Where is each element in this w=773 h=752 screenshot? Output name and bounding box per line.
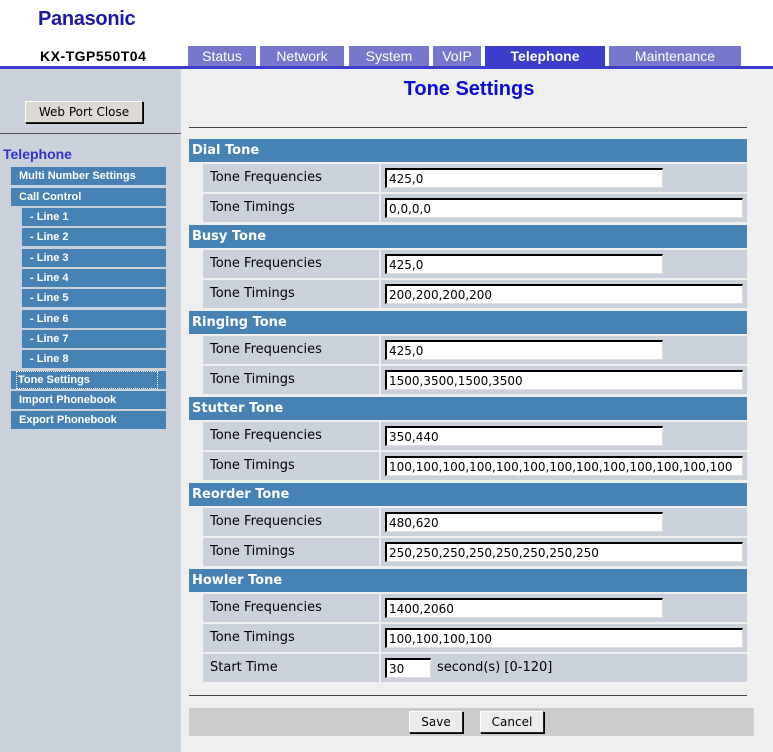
- field-label: Tone Timings: [203, 452, 379, 480]
- section-howler-tone: Howler Tone: [189, 569, 747, 592]
- field-label: Start Time: [203, 654, 379, 682]
- howler-tone-frequencies-input[interactable]: [385, 598, 663, 618]
- title-divider: [189, 127, 747, 128]
- sidebar-item-label: - Line 4: [30, 272, 69, 284]
- busy-tone-frequencies-input[interactable]: [385, 254, 663, 274]
- sidebar-item-label: Call Control: [19, 191, 82, 203]
- start-time-unit: second(s) [0-120]: [437, 660, 553, 675]
- sidebar-item-line-4[interactable]: - Line 4: [22, 269, 166, 287]
- sidebar-item-label: Multi Number Settings: [19, 170, 136, 182]
- busy-tone-frequencies-row: Tone Frequencies: [203, 250, 747, 278]
- sidebar-item-line-6[interactable]: - Line 6: [22, 310, 166, 328]
- sidebar-item-import-phonebook[interactable]: Import Phonebook: [11, 391, 166, 409]
- sidebar-item-label: Import Phonebook: [19, 394, 117, 406]
- howler-tone-timings-input[interactable]: [385, 628, 743, 648]
- tab-maintenance[interactable]: Maintenance: [609, 46, 741, 66]
- stutter-tone-frequencies-row: Tone Frequencies: [203, 422, 747, 450]
- sidebar-item-export-phonebook[interactable]: Export Phonebook: [11, 411, 166, 429]
- field-label: Tone Frequencies: [203, 250, 379, 278]
- sidebar-item-tone-settings[interactable]: Tone Settings: [11, 371, 166, 389]
- cancel-button[interactable]: Cancel: [480, 711, 544, 733]
- ringing-tone-frequencies-row: Tone Frequencies: [203, 336, 747, 364]
- sidebar-item-label: Export Phonebook: [19, 414, 117, 426]
- tab-telephone[interactable]: Telephone: [485, 46, 605, 68]
- sidebar-item-label: - Line 8: [30, 353, 69, 365]
- sidebar-item-line-8[interactable]: - Line 8: [22, 350, 166, 368]
- sidebar-item-call-control[interactable]: Call Control: [11, 188, 166, 206]
- field-label: Tone Timings: [203, 366, 379, 394]
- section-dial-tone: Dial Tone: [189, 139, 747, 162]
- reorder-tone-timings-input[interactable]: [385, 542, 743, 562]
- stutter-tone-timings-input[interactable]: [385, 456, 743, 476]
- ringing-tone-timings-input[interactable]: [385, 370, 743, 390]
- reorder-tone-timings-row: Tone Timings: [203, 538, 747, 566]
- dial-tone-frequencies-input[interactable]: [385, 168, 663, 188]
- field-label: Tone Timings: [203, 538, 379, 566]
- sidebar: Web Port Close Telephone Multi Number Se…: [0, 69, 181, 752]
- busy-tone-timings-input[interactable]: [385, 284, 743, 304]
- field-label: Tone Frequencies: [203, 336, 379, 364]
- page-title: Tone Settings: [403, 78, 535, 100]
- tab-network[interactable]: Network: [260, 46, 344, 66]
- stutter-tone-timings-row: Tone Timings: [203, 452, 747, 480]
- sidebar-item-label: Tone Settings: [16, 371, 158, 389]
- dial-tone-frequencies-row: Tone Frequencies: [203, 164, 747, 192]
- dial-tone-timings-input[interactable]: [385, 198, 743, 218]
- brand-logo: Panasonic: [38, 8, 136, 30]
- main-content: Tone Settings Dial Tone Tone Frequencies…: [181, 69, 773, 752]
- field-label: Tone Frequencies: [203, 508, 379, 536]
- howler-start-time-input[interactable]: [385, 658, 431, 678]
- sidebar-item-line-1[interactable]: - Line 1: [22, 208, 166, 226]
- section-ringing-tone: Ringing Tone: [189, 311, 747, 334]
- sidebar-item-label: - Line 7: [30, 333, 69, 345]
- field-label: Tone Frequencies: [203, 594, 379, 622]
- ringing-tone-timings-row: Tone Timings: [203, 366, 747, 394]
- field-label: Tone Timings: [203, 280, 379, 308]
- busy-tone-timings-row: Tone Timings: [203, 280, 747, 308]
- sidebar-item-line-3[interactable]: - Line 3: [22, 249, 166, 267]
- sidebar-item-multi-number-settings[interactable]: Multi Number Settings: [11, 167, 166, 185]
- model-name: KX-TGP550T04: [40, 48, 147, 64]
- save-button[interactable]: Save: [409, 711, 463, 733]
- sidebar-item-label: - Line 1: [30, 211, 69, 223]
- web-port-close-button[interactable]: Web Port Close: [25, 101, 143, 123]
- tab-status[interactable]: Status: [188, 46, 256, 66]
- footer-divider: [189, 695, 747, 696]
- field-label: Tone Timings: [203, 194, 379, 222]
- ringing-tone-frequencies-input[interactable]: [385, 340, 663, 360]
- field-label: Tone Frequencies: [203, 422, 379, 450]
- sidebar-item-line-7[interactable]: - Line 7: [22, 330, 166, 348]
- sidebar-divider: [0, 133, 181, 134]
- field-label: Tone Frequencies: [203, 164, 379, 192]
- howler-tone-timings-row: Tone Timings: [203, 624, 747, 652]
- sidebar-item-line-2[interactable]: - Line 2: [22, 228, 166, 246]
- sidebar-item-label: - Line 3: [30, 252, 69, 264]
- tab-voip[interactable]: VoIP: [433, 46, 481, 66]
- field-label: Tone Timings: [203, 624, 379, 652]
- dial-tone-timings-row: Tone Timings: [203, 194, 747, 222]
- reorder-tone-frequencies-input[interactable]: [385, 512, 663, 532]
- sidebar-item-label: - Line 2: [30, 231, 69, 243]
- reorder-tone-frequencies-row: Tone Frequencies: [203, 508, 747, 536]
- howler-tone-frequencies-row: Tone Frequencies: [203, 594, 747, 622]
- sidebar-item-line-5[interactable]: - Line 5: [22, 289, 166, 307]
- sidebar-item-label: - Line 5: [30, 292, 69, 304]
- sidebar-item-label: - Line 6: [30, 313, 69, 325]
- section-reorder-tone: Reorder Tone: [189, 483, 747, 506]
- section-busy-tone: Busy Tone: [189, 225, 747, 248]
- sidebar-title: Telephone: [3, 146, 72, 162]
- section-stutter-tone: Stutter Tone: [189, 397, 747, 420]
- stutter-tone-frequencies-input[interactable]: [385, 426, 663, 446]
- howler-tone-start-time-row: Start Time second(s) [0-120]: [203, 654, 747, 682]
- tab-system[interactable]: System: [349, 46, 429, 66]
- action-bar: Save Cancel: [189, 708, 754, 736]
